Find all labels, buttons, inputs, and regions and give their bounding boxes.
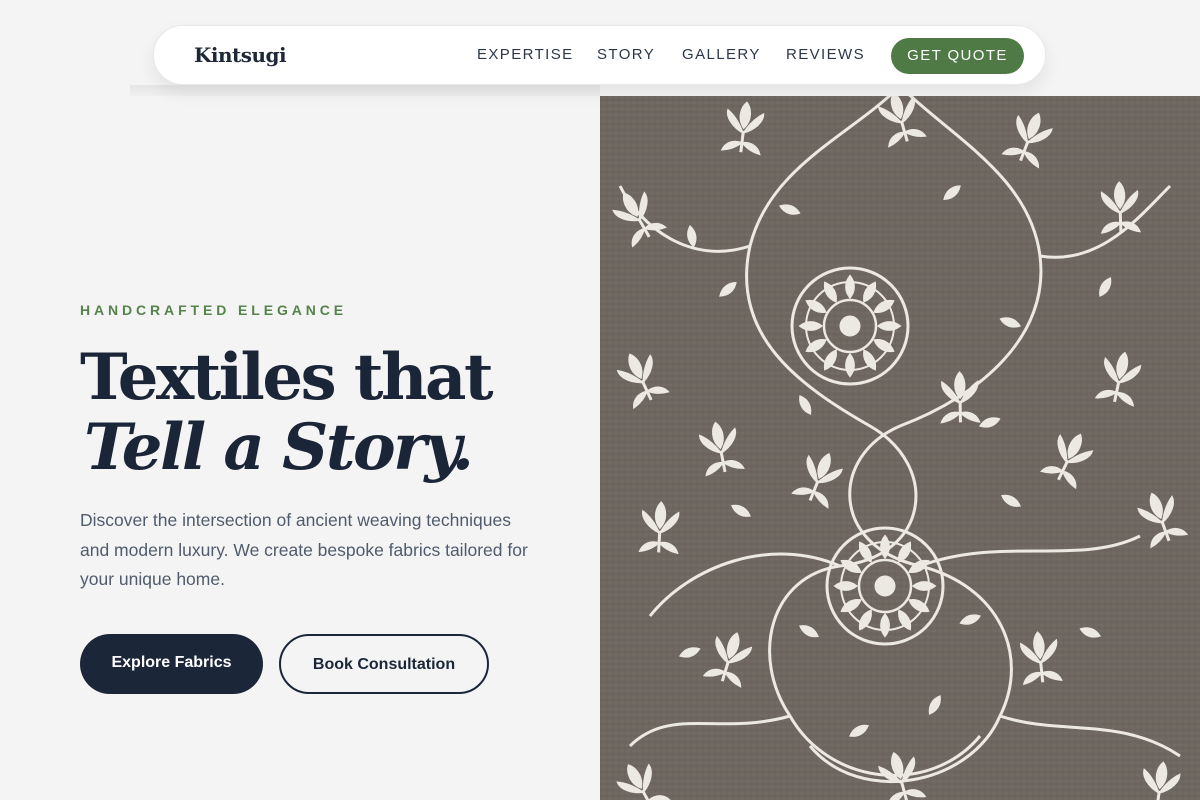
nav-link-expertise[interactable]: EXPERTISE	[477, 46, 574, 63]
hero-eyebrow: HANDCRAFTED ELEGANCE	[80, 302, 347, 318]
explore-fabrics-button[interactable]: Explore Fabrics	[80, 634, 263, 694]
header-divider-strip	[130, 85, 600, 96]
navbar: Kintsugi EXPERTISE STORY GALLERY REVIEWS…	[153, 25, 1046, 85]
hero-description: Discover the intersection of ancient wea…	[80, 510, 528, 589]
hero-title-line-1: Textiles that	[80, 340, 494, 415]
floral-embroidery-pattern	[600, 96, 1200, 800]
nav-link-gallery[interactable]: GALLERY	[682, 46, 761, 63]
nav-link-story[interactable]: STORY	[597, 46, 655, 63]
textile-hero-image	[600, 96, 1200, 800]
get-quote-button[interactable]: GET QUOTE	[891, 38, 1024, 74]
nav-link-reviews[interactable]: REVIEWS	[786, 46, 865, 63]
brand-logo[interactable]: Kintsugi	[194, 43, 287, 67]
hero-title-line-2: Tell a Story.	[84, 410, 474, 485]
book-consultation-button[interactable]: Book Consultation	[279, 634, 489, 694]
